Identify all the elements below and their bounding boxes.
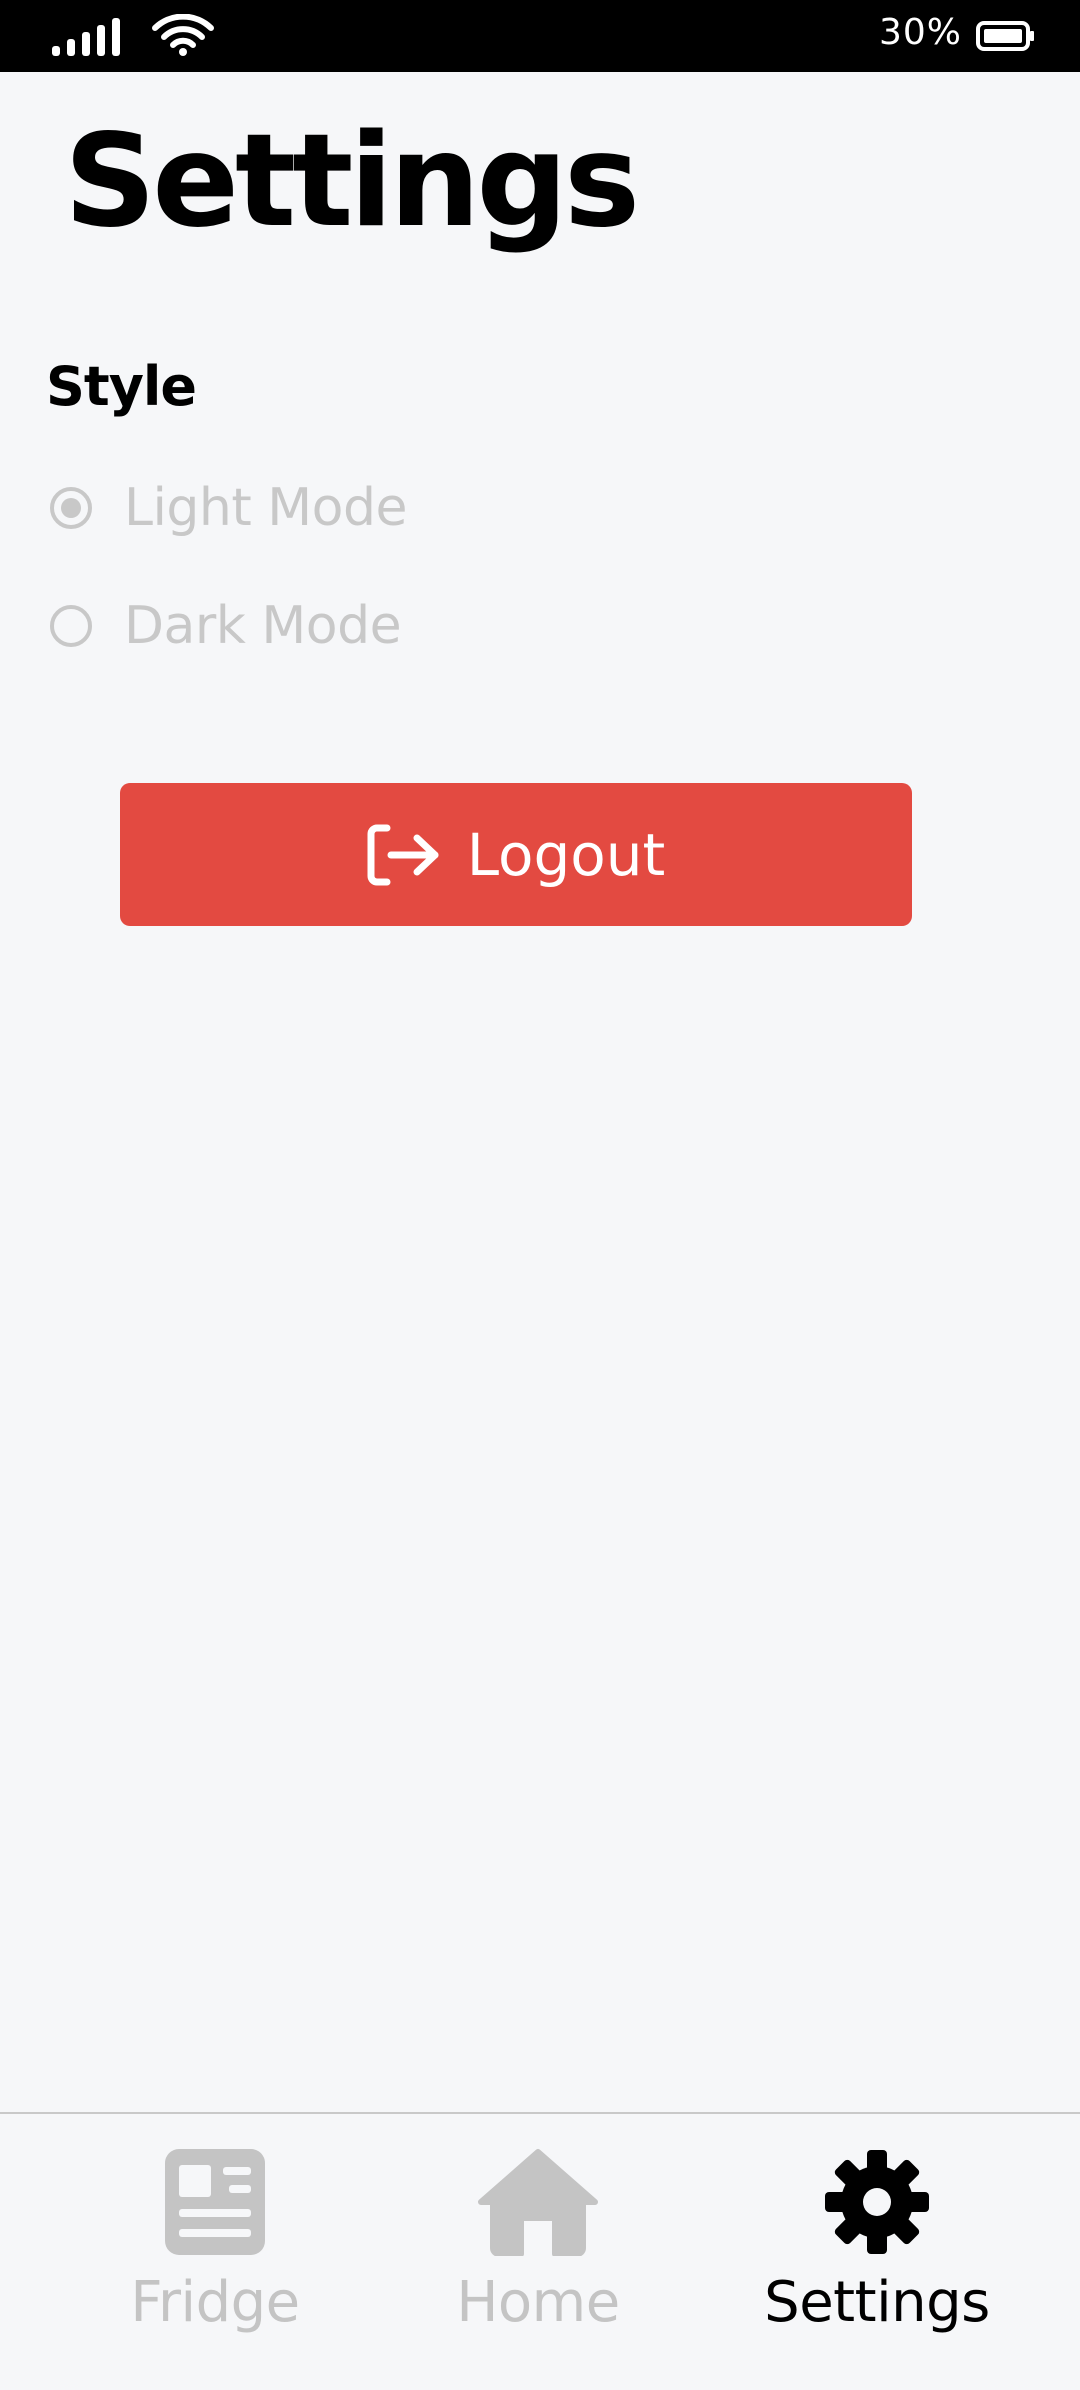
style-section-label: Style <box>46 355 197 418</box>
logout-button[interactable]: Logout <box>120 783 912 926</box>
dark-mode-option[interactable]: Dark Mode <box>50 594 402 658</box>
fridge-list-icon <box>165 2149 265 2255</box>
light-mode-option[interactable]: Light Mode <box>50 476 407 540</box>
logout-label: Logout <box>466 820 666 889</box>
nav-label-fridge: Fridge <box>130 2270 300 2335</box>
battery-icon <box>976 21 1034 51</box>
gear-icon <box>825 2150 929 2254</box>
nav-item-fridge[interactable]: Fridge <box>65 2114 365 2390</box>
light-mode-label: Light Mode <box>124 478 407 538</box>
bottom-navigation: Fridge Home Settings <box>0 2112 1080 2388</box>
wifi-icon <box>152 14 214 56</box>
page-title: Settings <box>64 107 640 256</box>
dark-mode-radio[interactable] <box>50 605 92 647</box>
nav-label-settings: Settings <box>764 2270 990 2335</box>
light-mode-radio[interactable] <box>50 487 92 529</box>
nav-item-settings[interactable]: Settings <box>727 2114 1027 2390</box>
signal-bars-icon <box>52 18 120 56</box>
home-icon <box>478 2149 598 2256</box>
status-bar: 30% <box>0 0 1080 72</box>
nav-item-home[interactable]: Home <box>388 2114 688 2390</box>
nav-label-home: Home <box>456 2270 620 2335</box>
dark-mode-label: Dark Mode <box>124 596 402 656</box>
battery-percent: 30% <box>878 12 962 53</box>
logout-icon <box>367 824 439 885</box>
